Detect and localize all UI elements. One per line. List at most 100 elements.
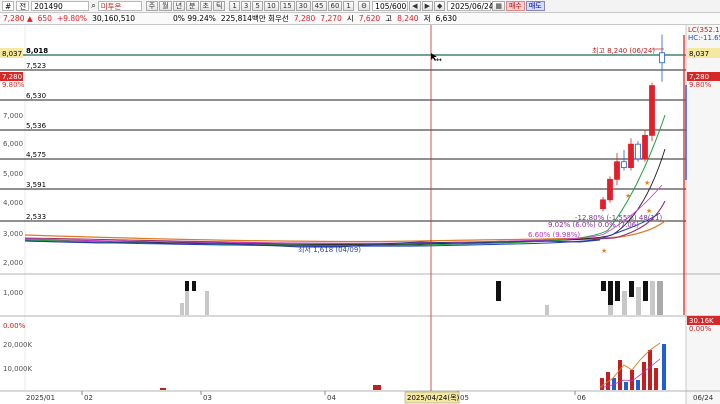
- y-tick-label: 3,000: [3, 230, 23, 238]
- high-price: 8,240: [397, 14, 419, 23]
- buy-button[interactable]: 매수: [505, 1, 525, 11]
- stock-code-input[interactable]: 201490: [31, 1, 90, 11]
- top-toolbar: # 전 201490 ⌕ 미투온 주 월 년 분 초 틱 1 3 5 10 15…: [0, 0, 720, 13]
- interval-button[interactable]: 10: [263, 1, 279, 11]
- current-price: 7,280 ▲: [3, 14, 33, 23]
- low-annotation: 최저 1,618 (04/09): [298, 245, 361, 254]
- right-current-pct: 9.80%: [689, 81, 712, 89]
- price-change: 650: [37, 14, 52, 23]
- volume-bar: [636, 380, 640, 390]
- sell-button[interactable]: 매도: [525, 1, 545, 11]
- x-tick-label: 06: [577, 394, 586, 402]
- low-price: 6,630: [435, 14, 457, 23]
- crosshair-date-text: 2025/04/24(목): [407, 394, 460, 402]
- view-week-button[interactable]: 월: [159, 1, 172, 11]
- x-tick-label: 06/24: [693, 394, 714, 402]
- vol-tick-label: 20,000K: [3, 341, 32, 349]
- right-current-tag-text: 7,280: [689, 73, 709, 81]
- signal-star-icon: ★: [644, 179, 650, 187]
- level-label: 6,530: [26, 92, 46, 100]
- x-tick-label: 03: [203, 394, 212, 402]
- interval-button[interactable]: 60: [327, 1, 343, 11]
- x-tick-label: 05: [460, 394, 469, 402]
- y-tick-label: 6,000: [3, 140, 23, 148]
- open-label: 시: [346, 14, 354, 23]
- price-change-pct: +9.80%: [56, 14, 88, 23]
- interval-button[interactable]: 15: [279, 1, 295, 11]
- candle-body: [614, 161, 620, 180]
- page-count-field[interactable]: 105/600: [372, 1, 409, 11]
- level-label: 8,018: [26, 47, 48, 55]
- candle-body: [628, 143, 634, 169]
- hc-label: HC:-11.65: [688, 34, 720, 42]
- lc-label: LC(352.17: [688, 26, 720, 34]
- level-label: 5,536: [26, 122, 47, 130]
- vol-tick-label: 0.00%: [3, 322, 26, 330]
- hash-label: #: [2, 1, 15, 11]
- view-month-button[interactable]: 년: [172, 1, 186, 11]
- scroll-next-icon[interactable]: ▶: [421, 1, 433, 11]
- zoom-icon[interactable]: ◆: [433, 1, 446, 11]
- quote-bar: 7,280 ▲ 650 +9.80% 30,160,510 0% 99.24% …: [0, 13, 720, 25]
- volume-bar: [662, 344, 666, 390]
- company-name: 미투온: [97, 1, 142, 11]
- view-day-button[interactable]: 주: [145, 1, 159, 11]
- candle-body: [635, 143, 641, 160]
- low-label: 저: [423, 14, 431, 23]
- current-price-tag-text: 7,280: [2, 73, 22, 81]
- quote-value-b: 7,270: [320, 14, 342, 23]
- interval-button[interactable]: 1: [343, 1, 354, 11]
- y-tick-label: 2,000: [3, 259, 23, 267]
- y-tick-label: 4,000: [3, 199, 23, 207]
- volume-bar: [654, 368, 658, 390]
- volume-value: 30,160,510: [92, 14, 136, 23]
- volume-bar: [642, 362, 646, 390]
- date-field[interactable]: 2025/06/24: [447, 1, 494, 11]
- y-tick-label: 1,000: [3, 289, 23, 297]
- x-tick-label: 04: [327, 394, 336, 402]
- high-label: 고: [385, 14, 393, 23]
- level-label: 2,533: [26, 213, 46, 221]
- candle-body: [607, 178, 613, 201]
- market-select[interactable]: 전: [16, 1, 30, 11]
- volume-bar: [624, 382, 628, 390]
- candle-body: [659, 52, 665, 64]
- level-label: 4,575: [26, 151, 46, 159]
- view-minute-button[interactable]: 초: [199, 1, 212, 11]
- ma-annotation: 9.02% (6.0%) 0.0% (7.06): [548, 221, 639, 229]
- signal-star-icon: ★: [625, 192, 631, 200]
- settings-icon[interactable]: ⚙: [357, 1, 371, 11]
- candle-body: [649, 85, 655, 136]
- y-tick-label: 5,000: [3, 170, 23, 178]
- price-tag-text: 8,037: [2, 50, 22, 58]
- interval-button[interactable]: 5: [252, 1, 263, 11]
- price-chart[interactable]: 8,018 7,523 6,530 5,536 4,575 3,591 2,53…: [0, 25, 720, 404]
- x-tick-label: 02: [84, 394, 93, 402]
- move-cursor-icon: ↔: [436, 56, 442, 64]
- search-icon[interactable]: ⌕: [91, 1, 95, 11]
- turnover-pct: 0% 99.24%: [173, 14, 216, 23]
- volume-bar: [618, 360, 622, 390]
- trade-value: 225,814백만 회우선: [220, 14, 289, 23]
- candle-body: [642, 134, 648, 160]
- y-tick-label: 7,000: [3, 112, 23, 120]
- open-price: 7,620: [358, 14, 381, 23]
- level-label: 7,523: [26, 62, 46, 70]
- interval-button[interactable]: 1: [229, 1, 240, 11]
- candle-body: [621, 161, 627, 169]
- current-pct-text: 9.80%: [2, 81, 25, 89]
- interval-button[interactable]: 45: [311, 1, 327, 11]
- interval-button[interactable]: 30: [295, 1, 311, 11]
- scroll-prev-icon[interactable]: ◀: [409, 1, 421, 11]
- volume-bar: [648, 350, 652, 390]
- level-label: 3,591: [26, 181, 46, 189]
- right-vol-tag-text: 30.16K: [689, 317, 714, 325]
- x-tick-label: 2025/01: [26, 394, 55, 402]
- interval-button[interactable]: 3: [240, 1, 252, 11]
- calendar-icon[interactable]: ▦: [492, 1, 505, 11]
- view-year-button[interactable]: 분: [186, 1, 199, 11]
- candle-body: [600, 199, 606, 210]
- vol-tick-label: 10,000K: [3, 365, 32, 373]
- view-second-button[interactable]: 틱: [212, 1, 226, 11]
- right-price-tag-text: 8,037: [689, 50, 709, 58]
